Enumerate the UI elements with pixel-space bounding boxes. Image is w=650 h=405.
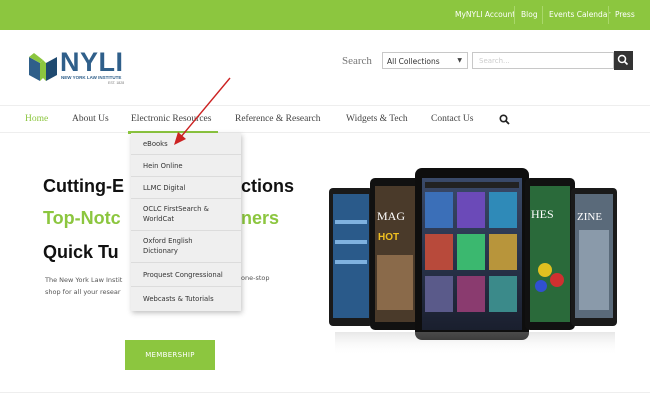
annotation-arrow-icon (174, 77, 231, 145)
